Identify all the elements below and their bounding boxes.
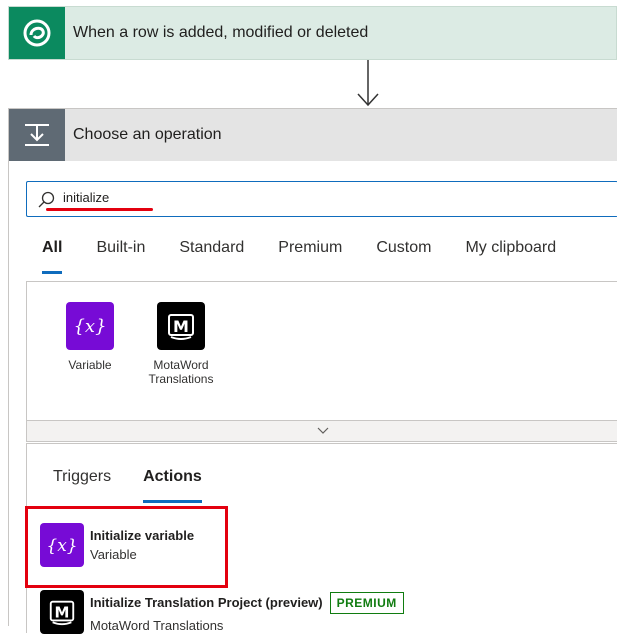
svg-text:{x}: {x} xyxy=(73,316,106,337)
variable-icon: {x} xyxy=(66,302,114,350)
expand-connectors-button[interactable] xyxy=(26,420,617,442)
connector-variable[interactable]: {x} Variable xyxy=(50,302,130,372)
connector-label: Variable xyxy=(68,358,112,372)
flow-arrow-icon xyxy=(357,60,379,107)
connector-label: MotaWord Translations xyxy=(148,358,214,386)
operation-header[interactable]: Choose an operation xyxy=(9,109,617,161)
trigger-card[interactable]: When a row is added, modified or deleted xyxy=(8,6,617,60)
search-input[interactable] xyxy=(63,190,363,205)
category-tabs: All Built-in Standard Premium Custom My … xyxy=(42,239,590,275)
action-name: Initialize Translation Project (preview) xyxy=(90,595,323,610)
trigger-title: When a row is added, modified or deleted xyxy=(73,24,369,41)
tab-actions[interactable]: Actions xyxy=(143,468,202,504)
result-tabs: Triggers Actions xyxy=(53,468,234,504)
search-underline-annotation xyxy=(46,208,153,211)
tab-standard[interactable]: Standard xyxy=(179,239,244,275)
search-box[interactable] xyxy=(26,181,617,217)
dataverse-icon xyxy=(9,7,65,59)
svg-text:M: M xyxy=(173,317,189,336)
tab-custom[interactable]: Custom xyxy=(376,239,431,275)
tab-triggers[interactable]: Triggers xyxy=(53,468,111,504)
svg-text:M: M xyxy=(55,604,70,622)
highlight-annotation xyxy=(25,506,228,588)
tab-all[interactable]: All xyxy=(42,239,63,275)
search-icon xyxy=(38,191,55,208)
motaword-icon: M xyxy=(40,590,84,634)
tab-premium[interactable]: Premium xyxy=(278,239,342,275)
connector-motaword[interactable]: M MotaWord Translations xyxy=(141,302,221,386)
action-initialize-translation-project[interactable]: M Initialize Translation Project (previe… xyxy=(40,590,404,634)
operation-title: Choose an operation xyxy=(73,126,222,143)
connector-list: {x} Variable M MotaWord Translations xyxy=(26,281,617,441)
chevron-down-icon xyxy=(317,427,328,434)
tab-my-clipboard[interactable]: My clipboard xyxy=(465,239,556,275)
premium-badge: PREMIUM xyxy=(329,591,404,614)
tab-built-in[interactable]: Built-in xyxy=(96,239,145,275)
motaword-icon: M xyxy=(157,302,205,350)
action-connector: MotaWord Translations xyxy=(90,617,224,633)
action-icon xyxy=(9,109,65,161)
